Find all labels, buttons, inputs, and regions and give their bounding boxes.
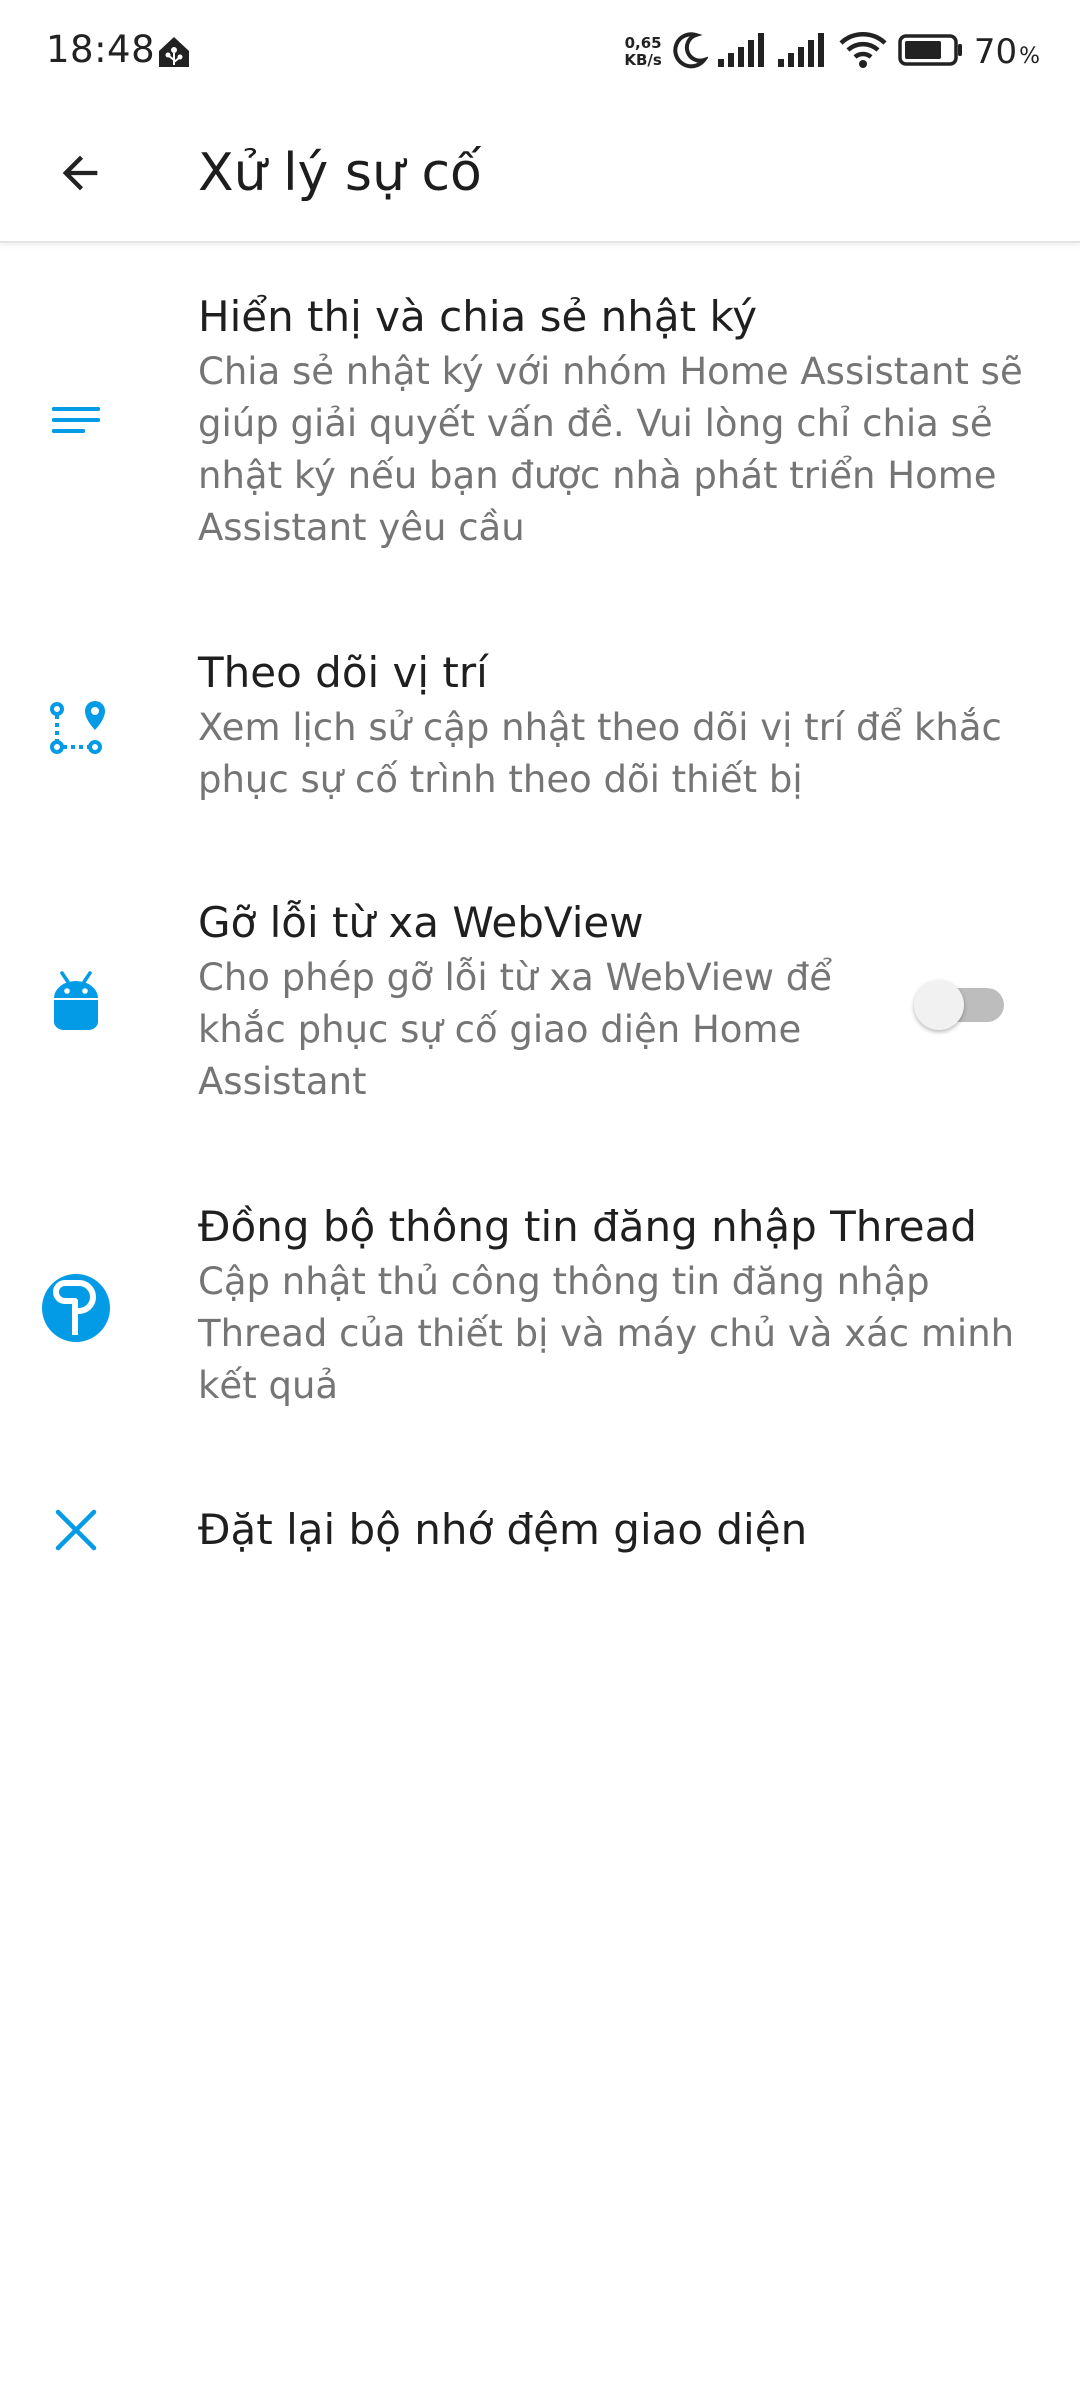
pref-item-webview-debugging[interactable]: Gỡ lỗi từ xa WebView Cho phép gỡ lỗi từ … [0,886,1080,1126]
location-route-icon [40,692,112,764]
toggle-thumb [914,980,964,1030]
battery-icon [898,33,964,71]
notes-lines-icon [40,387,112,459]
battery-percentage: 70 % [974,32,1040,72]
pref-item-location-tracking[interactable]: Theo dõi vị trí Xem lịch sử cập nhật the… [0,636,1080,826]
pref-title: Hiển thị và chia sẻ nhật ký [198,292,758,341]
pref-summary: Cập nhật thủ công thông tin đăng nhập Th… [198,1260,1015,1407]
page-title: Xử lý sự cố [198,143,482,203]
signal-icon [717,32,768,72]
pref-summary: Xem lịch sử cập nhật theo dõi vị trí để … [198,706,1002,801]
battery-percent-sign: % [1019,44,1040,69]
webview-debugging-toggle[interactable] [914,974,1004,1030]
pref-title: Gỡ lỗi từ xa WebView [198,898,644,947]
moon-icon [672,30,710,74]
pref-title: Đặt lại bộ nhớ đệm giao diện [198,1505,808,1554]
signal-icon [777,32,828,72]
status-icons: 0,65 KB/s 70 % [624,30,1040,74]
close-icon [40,1494,112,1566]
home-assistant-icon [156,34,192,70]
pref-item-thread-sync[interactable]: Đồng bộ thông tin đăng nhập Thread Cập n… [0,1190,1080,1430]
thread-icon [40,1272,112,1344]
pref-title: Đồng bộ thông tin đăng nhập Thread [198,1202,977,1251]
network-speed-unit: KB/s [624,51,662,69]
network-speed-value: 0,65 [624,34,662,52]
network-speed: 0,65 KB/s [624,35,661,69]
pref-summary: Chia sẻ nhật ký với nhóm Home Assistant … [198,350,1023,549]
pref-title: Theo dõi vị trí [198,648,488,697]
pref-summary: Cho phép gỡ lỗi từ xa WebView để khắc ph… [198,956,833,1103]
android-icon [40,966,112,1038]
app-bar: Xử lý sự cố [0,105,1080,243]
back-button[interactable] [40,133,120,213]
pref-item-show-share-logs[interactable]: Hiển thị và chia sẻ nhật ký Chia sẻ nhật… [0,280,1080,570]
arrow-back-icon [62,155,98,191]
status-time: 18:48 [46,28,156,71]
wifi-icon [838,31,888,73]
status-bar: 18:48 0,65 KB/s 70 % [0,0,1080,105]
pref-item-reset-frontend-cache[interactable]: Đặt lại bộ nhớ đệm giao diện [0,1480,1080,1580]
battery-percent-value: 70 [973,32,1018,72]
